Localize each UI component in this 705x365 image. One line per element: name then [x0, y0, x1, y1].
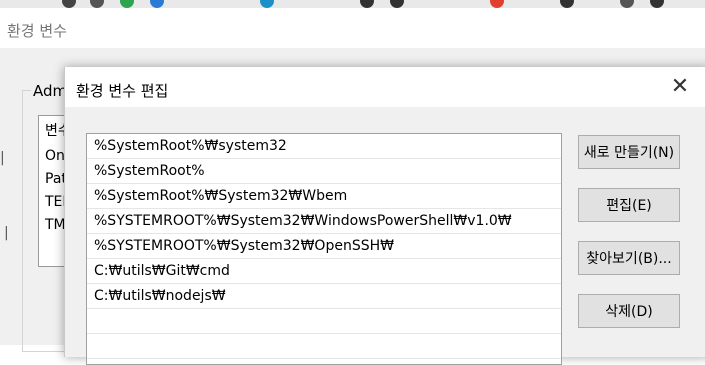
entry-text: C:₩utils₩nodejs₩	[94, 288, 226, 304]
entry-text: %SystemRoot%₩System32₩Wbem	[94, 188, 348, 204]
app-icon[interactable]	[620, 0, 634, 8]
left-edge-fragment: |	[0, 150, 5, 166]
list-item[interactable]: %SYSTEMROOT%₩System32₩OpenSSH₩	[87, 234, 561, 259]
app-icon[interactable]	[650, 0, 664, 8]
app-icon[interactable]	[90, 0, 104, 8]
list-item[interactable]: %SystemRoot%₩System32₩Wbem	[87, 184, 561, 209]
left-edge-fragment: |	[4, 225, 9, 241]
app-icon[interactable]	[260, 0, 274, 8]
path-entries-list[interactable]: %SystemRoot%₩system32 %SystemRoot% %Syst…	[86, 133, 562, 365]
entry-text: %SystemRoot%	[94, 163, 205, 179]
app-icon[interactable]	[490, 0, 504, 8]
app-icon[interactable]	[560, 0, 574, 8]
list-item[interactable]: %SystemRoot%	[87, 159, 561, 184]
entry-text: C:₩utils₩Git₩cmd	[94, 263, 230, 279]
dialog-title: 환경 변수 편집	[76, 82, 169, 100]
list-item[interactable]: C:₩utils₩nodejs₩	[87, 284, 561, 309]
delete-button[interactable]: 삭제(D)	[578, 294, 680, 328]
entry-text: %SYSTEMROOT%₩System32₩OpenSSH₩	[94, 238, 394, 254]
app-icon[interactable]	[150, 0, 164, 8]
list-item-empty[interactable]	[87, 309, 561, 334]
edit-button[interactable]: 편집(E)	[578, 188, 680, 222]
dialog-titlebar: 환경 변수 편집 ✕	[65, 67, 705, 107]
app-icon[interactable]	[390, 0, 404, 8]
taskbar-strip	[0, 0, 705, 8]
entry-text: %SYSTEMROOT%₩System32₩WindowsPowerShell₩…	[94, 213, 512, 229]
edit-env-variable-dialog: 환경 변수 편집 ✕ %SystemRoot%₩system32 %System…	[64, 67, 705, 365]
list-item-empty[interactable]	[87, 334, 561, 359]
list-item[interactable]: %SystemRoot%₩system32	[87, 134, 561, 159]
entry-text: %SystemRoot%₩system32	[94, 138, 287, 154]
app-icon[interactable]	[360, 0, 374, 8]
list-item[interactable]: %SYSTEMROOT%₩System32₩WindowsPowerShell₩…	[87, 209, 561, 234]
list-item[interactable]: On	[45, 148, 65, 164]
app-icon[interactable]	[62, 0, 76, 8]
outer-window-titlebar: 환경 변수	[0, 8, 705, 48]
browse-button[interactable]: 찾아보기(B)...	[578, 241, 680, 275]
outer-window-title: 환경 변수	[7, 22, 67, 40]
app-icon[interactable]	[120, 0, 134, 8]
list-item[interactable]: TM	[45, 217, 66, 233]
list-item[interactable]: C:₩utils₩Git₩cmd	[87, 259, 561, 284]
new-button[interactable]: 새로 만들기(N)	[578, 135, 680, 169]
close-icon[interactable]: ✕	[665, 73, 695, 103]
